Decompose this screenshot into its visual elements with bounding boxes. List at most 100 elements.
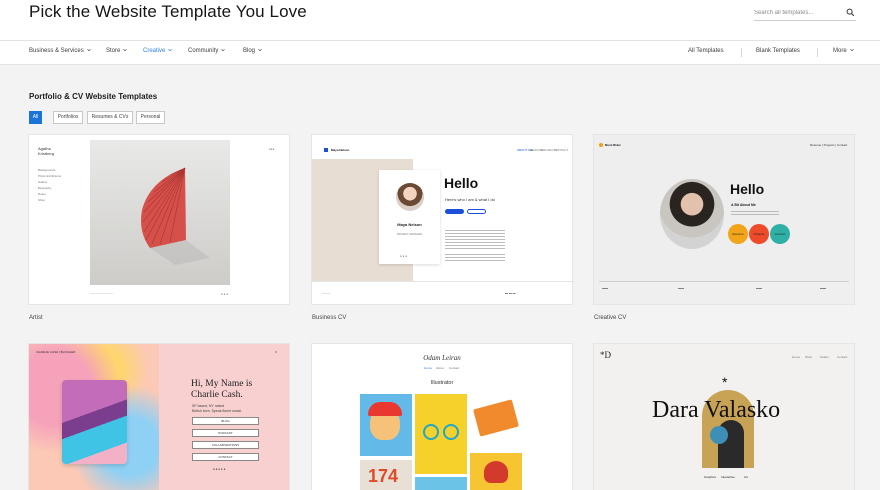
artist-header-link: ●●● xyxy=(269,147,275,151)
ccv-footer-col: ▬▬ xyxy=(678,286,684,290)
bcv-paragraph xyxy=(445,228,505,250)
nav-blog[interactable]: Blog xyxy=(243,48,262,54)
page-title: Pick the Website Template You Love xyxy=(29,2,307,21)
cc-tagline: SF based, NY raised British born. Speak … xyxy=(192,404,242,414)
filter-all[interactable]: All xyxy=(29,111,42,124)
dv-nav-item: Contact xyxy=(837,355,848,359)
category-nav: Business & Services Store Creative Commu… xyxy=(0,41,880,65)
ccv-bubble-contact: Contact xyxy=(770,224,790,244)
artist-menu-item: Gallery xyxy=(38,180,48,184)
bcv-paragraph xyxy=(445,252,505,261)
bcv-role: PROJECT MANAGER xyxy=(397,233,422,236)
template-card-charlie-cash[interactable]: CHARLIE CASH | BLOGGER ≡ Hi, My Name is … xyxy=(29,344,289,490)
bcv-footer-line xyxy=(312,281,572,282)
ccv-bubble-resume: Resume xyxy=(728,224,748,244)
ill-nav-item: About xyxy=(436,366,444,370)
template-label-business-cv[interactable]: Business CV xyxy=(312,315,346,321)
nav-divider xyxy=(817,48,818,57)
search-input[interactable] xyxy=(754,7,844,19)
bcv-profile-card: Maya Nelson PROJECT MANAGER ● ● ● xyxy=(379,170,440,264)
chevron-down-icon xyxy=(86,48,91,52)
bcv-subtitle: Here's who I am & what I do xyxy=(445,197,495,202)
nav-label: More xyxy=(833,48,847,54)
template-label-creative-cv[interactable]: Creative CV xyxy=(594,315,626,321)
dv-tag: Graphics xyxy=(704,475,717,479)
bcv-brand: Maya Nelson xyxy=(331,148,350,152)
artwork-image xyxy=(90,140,230,285)
artist-site-name: Agatha Kristberg xyxy=(38,146,55,156)
ill-tile-bicycle xyxy=(415,394,467,474)
nav-label: Store xyxy=(106,48,121,54)
filter-resumes-cvs[interactable]: Resumes & CVs xyxy=(87,111,133,124)
cc-btn-collaborations: COLLABORATIONS xyxy=(192,441,259,449)
dv-tag: Interactive xyxy=(721,475,735,479)
nav-business-services[interactable]: Business & Services xyxy=(29,48,91,54)
artist-footer-text: ───────────── xyxy=(90,292,114,295)
chevron-down-icon xyxy=(123,48,128,52)
template-card-artist[interactable]: Agatha Kristberg Backgrounds Photo Exhib… xyxy=(29,135,289,304)
template-card-illustrator[interactable]: Odam Leiran Home About Contact Illustrat… xyxy=(312,344,572,490)
nav-creative[interactable]: Creative xyxy=(143,48,173,54)
ccv-portrait xyxy=(660,179,724,249)
nav-label: Blog xyxy=(243,48,256,54)
ccv-brand: Nicol Rider xyxy=(605,143,621,147)
ill-tile-kettle xyxy=(470,453,522,490)
dv-tag: Art xyxy=(744,475,748,479)
template-label-artist[interactable]: Artist xyxy=(29,315,43,321)
ill-nav-item: Contact xyxy=(449,366,460,370)
cc-heading-line: Charlie Cash. xyxy=(191,390,243,400)
ccv-nav: Resume | Projects | Contact xyxy=(810,143,848,147)
ccv-body xyxy=(594,135,854,281)
ill-tile-face xyxy=(360,394,412,456)
cc-btn-podcast: PODCAST xyxy=(192,429,259,437)
filter-personal[interactable]: Personal xyxy=(136,111,165,124)
ccv-hello: Hello xyxy=(730,181,765,197)
ill-numbers-text: 174 xyxy=(368,466,399,486)
cc-portrait xyxy=(62,380,127,464)
search-icon[interactable] xyxy=(846,8,855,17)
top-header: Pick the Website Template You Love xyxy=(0,0,880,41)
dv-name: Dara Valasko xyxy=(652,397,781,423)
section-title: Portfolio & CV Website Templates xyxy=(29,92,158,101)
cc-btn-contact: CONTACT xyxy=(192,453,259,461)
dv-nav-item: Home xyxy=(792,355,801,359)
ccv-footer-line xyxy=(599,281,849,282)
bcv-social-icons: ● ● ● xyxy=(400,254,408,258)
ccv-footer-col: ▬▬ xyxy=(820,286,826,290)
ccv-paragraph xyxy=(731,209,779,217)
filter-portfolios[interactable]: Portfolios xyxy=(53,111,83,124)
ill-tile-cassette xyxy=(470,394,522,450)
nav-community[interactable]: Community xyxy=(188,48,226,54)
search-box[interactable] xyxy=(754,7,856,21)
ill-tile-bottom xyxy=(415,477,467,490)
artist-menu-item: Biography xyxy=(38,186,52,190)
ccv-bubble-projects: Projects xyxy=(749,224,769,244)
ccv-footer-col: ▬▬ xyxy=(756,286,762,290)
nav-blank-templates[interactable]: Blank Templates xyxy=(756,48,800,54)
artist-menu-item: Shop xyxy=(38,198,46,202)
cc-social-icons: ● ● ● ● ● xyxy=(213,467,226,471)
nav-store[interactable]: Store xyxy=(106,48,128,54)
template-card-creative-cv[interactable]: Nicol Rider Resume | Projects | Contact … xyxy=(594,135,854,304)
nav-label: Business & Services xyxy=(29,48,84,54)
bcv-logo-square xyxy=(324,148,328,152)
artist-menu-item: Backgrounds xyxy=(38,168,56,172)
cc-btn-blog: BLOG xyxy=(192,417,259,425)
ill-tile-numbers: 174 xyxy=(360,460,412,490)
template-card-dara-valasko[interactable]: *D Home Work Studio Contact * Dara Valas… xyxy=(594,344,854,490)
dv-asterisk: * xyxy=(722,374,728,390)
cc-heading-line: Hi, My Name is xyxy=(191,379,253,389)
nav-label: Community xyxy=(188,48,219,54)
ill-title: Illustrator xyxy=(430,380,454,386)
nav-divider xyxy=(741,48,742,57)
bcv-secondary-btn xyxy=(467,209,486,214)
bcv-footer-col: ▬ ▬ ▬ xyxy=(505,291,516,295)
ccv-subtitle: A Bit About Me xyxy=(731,203,756,207)
nav-all-templates[interactable]: All Templates xyxy=(688,48,724,54)
nav-more[interactable]: More xyxy=(833,48,854,54)
template-card-business-cv[interactable]: Maya Nelson ABOUT ME RESUME PROJECTS CON… xyxy=(312,135,572,304)
bcv-nav-item: CONTACT xyxy=(554,148,569,152)
cc-menu-icon: ≡ xyxy=(275,350,277,354)
dv-logo: *D xyxy=(600,350,611,360)
ccv-logo-dot xyxy=(599,143,603,147)
